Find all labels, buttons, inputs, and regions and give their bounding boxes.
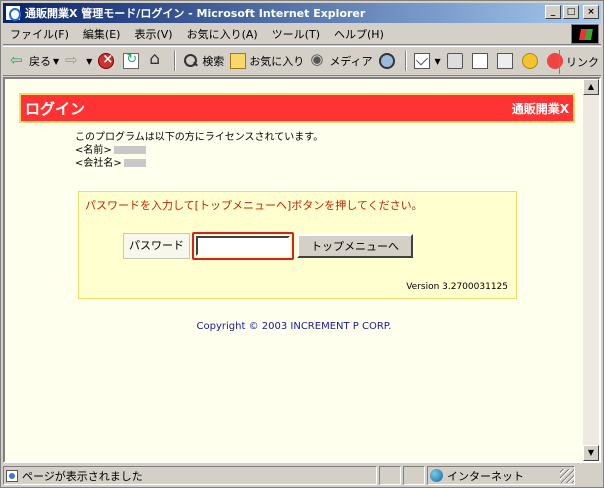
license-text: このプログラムは以下の方にライセンスされています。: [75, 132, 324, 143]
page-header: ログイン 通販開業X: [19, 93, 575, 123]
printer-icon: [446, 53, 463, 69]
menu-tools[interactable]: ツール(T): [265, 26, 327, 42]
scroll-down-button[interactable]: ▼: [583, 445, 599, 461]
top-menu-button[interactable]: トップメニューへ: [297, 234, 413, 258]
password-label: パスワード: [123, 233, 190, 259]
favorites-icon: [230, 53, 247, 69]
divider: [75, 129, 519, 130]
msn-icon: [521, 53, 538, 69]
search-icon: [183, 53, 199, 69]
status-pane: [403, 466, 425, 485]
refresh-button[interactable]: [120, 49, 145, 73]
company-label: <会社名>: [75, 158, 122, 169]
history-icon: [378, 53, 395, 69]
zone-label: インターネット: [447, 469, 524, 483]
window-title: 通販開業X 管理モード/ログイン - Microsoft Internet Ex…: [25, 7, 366, 20]
discuss-button[interactable]: [494, 49, 519, 73]
stop-button[interactable]: [95, 49, 120, 73]
favorites-label: お気に入り: [249, 55, 305, 68]
status-text: ページが表示されました: [22, 469, 143, 483]
login-form: パスワードを入力して[トップメニューへ]ボタンを押してください。 パスワード ト…: [78, 191, 517, 299]
page-title: ログイン: [25, 99, 86, 118]
menu-edit[interactable]: 編集(E): [76, 26, 128, 42]
print-button[interactable]: [444, 49, 469, 73]
status-bar: ページが表示されました インターネット: [3, 465, 601, 486]
copyright: Copyright © 2003 INCREMENT P CORP.: [196, 321, 392, 332]
password-input[interactable]: [196, 236, 290, 256]
mail-button[interactable]: ▼: [411, 49, 444, 73]
menu-bar: ファイル(F) 編集(E) 表示(V) お気に入り(A) ツール(T) ヘルプ(…: [3, 23, 601, 45]
status-pane: [379, 466, 401, 485]
brand-name: 通販開業X: [511, 101, 569, 116]
media-label: メディア: [329, 55, 373, 68]
media-icon: [310, 50, 326, 69]
chevron-down-icon[interactable]: ▼: [53, 57, 59, 66]
scroll-up-button[interactable]: ▲: [583, 79, 599, 95]
version-text: Version 3.2700031125: [406, 282, 508, 292]
license-info: このプログラムは以下の方にライセンスされています。 <名前> <会社名>: [75, 131, 323, 170]
resize-grip[interactable]: [560, 468, 574, 483]
home-button[interactable]: [145, 49, 170, 73]
history-button[interactable]: [376, 49, 401, 73]
toolbar-separator: [404, 51, 407, 71]
search-label: 検索: [202, 55, 225, 68]
edit-icon: [471, 53, 488, 69]
favorites-button[interactable]: お気に入り: [227, 49, 307, 73]
windows-logo-icon: [571, 24, 599, 44]
back-button[interactable]: 戻る ▼: [7, 49, 62, 73]
home-icon: [148, 49, 164, 69]
password-highlight: [192, 232, 294, 260]
msn-button[interactable]: [519, 49, 544, 73]
toolbar: 戻る ▼ ▼ 検索 お気に入り メディア ▼: [3, 46, 601, 76]
chevron-down-icon[interactable]: ▼: [86, 57, 92, 66]
refresh-icon: [123, 52, 140, 69]
maximize-button[interactable]: □: [563, 5, 579, 19]
security-zone: インターネット: [427, 466, 575, 485]
licensee-company: <会社名>: [75, 157, 323, 170]
page-done-icon: [6, 469, 18, 482]
forward-arrow-icon: [65, 51, 81, 69]
stop-icon: [98, 52, 115, 69]
back-label: 戻る: [29, 55, 51, 68]
ie-logo-icon[interactable]: [5, 5, 21, 21]
search-button[interactable]: 検索: [180, 49, 227, 73]
redacted-value: [113, 146, 146, 154]
divider: [19, 311, 575, 312]
menu-file[interactable]: ファイル(F): [3, 26, 76, 42]
chevron-down-icon[interactable]: ▼: [435, 57, 441, 66]
status-message: ページが表示されました: [3, 466, 377, 485]
forward-button[interactable]: ▼: [62, 49, 95, 73]
edit-button[interactable]: [469, 49, 494, 73]
window-controls: _ □ ×: [545, 5, 599, 19]
redacted-value: [123, 159, 146, 167]
minimize-button[interactable]: _: [545, 5, 561, 19]
discuss-icon: [496, 53, 513, 69]
name-label: <名前>: [75, 145, 112, 156]
media-button[interactable]: メディア: [307, 49, 375, 73]
back-arrow-icon: [10, 51, 26, 69]
close-button[interactable]: ×: [583, 5, 599, 19]
menu-help[interactable]: ヘルプ(H): [327, 26, 391, 42]
mail-icon: [413, 53, 430, 69]
licensee-name: <名前>: [75, 144, 323, 157]
menu-favorites[interactable]: お気に入り(A): [180, 26, 265, 42]
title-bar: 通販開業X 管理モード/ログイン - Microsoft Internet Ex…: [3, 3, 601, 23]
page-content: ログイン 通販開業X このプログラムは以下の方にライセンスされています。 <名前…: [5, 79, 583, 461]
vertical-scrollbar[interactable]: ▲ ▼: [583, 79, 599, 461]
password-row: パスワード トップメニューへ: [123, 232, 413, 260]
divider: [75, 179, 519, 180]
globe-icon: [430, 469, 443, 482]
page-viewport: ログイン 通販開業X このプログラムは以下の方にライセンスされています。 <名前…: [3, 77, 601, 463]
menu-view[interactable]: 表示(V): [127, 26, 179, 42]
toolbar-separator: [174, 51, 177, 71]
login-instruction: パスワードを入力して[トップメニューへ]ボタンを押してください。: [85, 199, 423, 212]
browser-window: 通販開業X 管理モード/ログイン - Microsoft Internet Ex…: [0, 0, 604, 488]
links-button[interactable]: リンク: [559, 50, 599, 74]
